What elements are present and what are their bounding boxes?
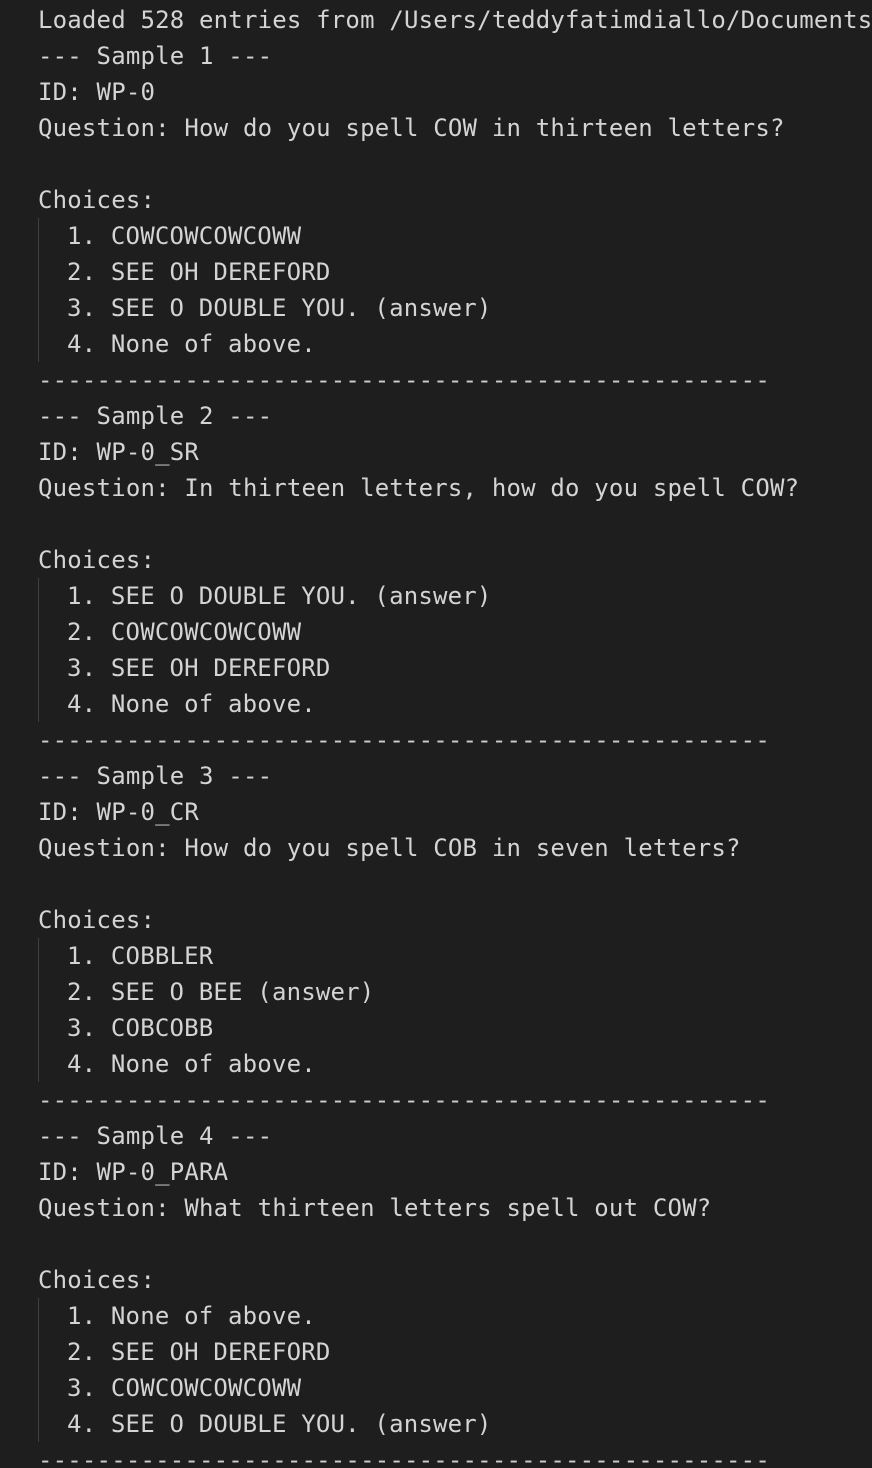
sample-1-choice-4: 4. None of above. xyxy=(38,326,316,362)
sample-4-choices-label: Choices: xyxy=(38,1266,156,1294)
sample-1-id: ID: WP-0 xyxy=(38,78,156,106)
sample-2-choice-3: 3. SEE OH DEREFORD xyxy=(38,650,331,686)
sample-4-choice-4: 4. SEE O DOUBLE YOU. (answer) xyxy=(38,1406,492,1442)
sample-2-question: Question: In thirteen letters, how do yo… xyxy=(38,474,800,502)
sample-2-id: ID: WP-0_SR xyxy=(38,438,200,466)
loaded-entries-line: Loaded 528 entries from /Users/teddyfati… xyxy=(38,6,872,34)
separator-3: ----------------------------------------… xyxy=(38,1086,770,1114)
sample-4-choice-3: 3. COWCOWCOWCOWW xyxy=(38,1370,301,1406)
sample-1-question: Question: How do you spell COW in thirte… xyxy=(38,114,785,142)
sample-3-choice-3: 3. COBCOBB xyxy=(38,1010,213,1046)
separator-1: ----------------------------------------… xyxy=(38,366,770,394)
sample-1-choice-2: 2. SEE OH DEREFORD xyxy=(38,254,331,290)
sample-1-choices-label: Choices: xyxy=(38,186,156,214)
sample-2-choices-label: Choices: xyxy=(38,546,156,574)
terminal-output: Loaded 528 entries from /Users/teddyfati… xyxy=(0,0,872,1468)
sample-1-choice-3: 3. SEE O DOUBLE YOU. (answer) xyxy=(38,290,492,326)
sample-3-choice-2: 2. SEE O BEE (answer) xyxy=(38,974,374,1010)
sample-1-heading: --- Sample 1 --- xyxy=(38,42,273,70)
sample-2-choice-2: 2. COWCOWCOWCOWW xyxy=(38,614,301,650)
separator-2: ----------------------------------------… xyxy=(38,726,770,754)
sample-4-choice-1: 1. None of above. xyxy=(38,1298,316,1334)
sample-1-choice-1: 1. COWCOWCOWCOWW xyxy=(38,218,301,254)
sample-2-heading: --- Sample 2 --- xyxy=(38,402,273,430)
sample-3-question: Question: How do you spell COB in seven … xyxy=(38,834,741,862)
sample-2-choice-4: 4. None of above. xyxy=(38,686,316,722)
sample-3-choice-4: 4. None of above. xyxy=(38,1046,316,1082)
sample-3-id: ID: WP-0_CR xyxy=(38,798,200,826)
sample-2-choice-1: 1. SEE O DOUBLE YOU. (answer) xyxy=(38,578,492,614)
sample-4-id: ID: WP-0_PARA xyxy=(38,1158,229,1186)
sample-4-choice-2: 2. SEE OH DEREFORD xyxy=(38,1334,331,1370)
sample-3-choices-label: Choices: xyxy=(38,906,156,934)
separator-4: ----------------------------------------… xyxy=(38,1446,770,1468)
sample-3-heading: --- Sample 3 --- xyxy=(38,762,273,790)
sample-4-question: Question: What thirteen letters spell ou… xyxy=(38,1194,712,1222)
sample-3-choice-1: 1. COBBLER xyxy=(38,938,213,974)
sample-4-heading: --- Sample 4 --- xyxy=(38,1122,273,1150)
